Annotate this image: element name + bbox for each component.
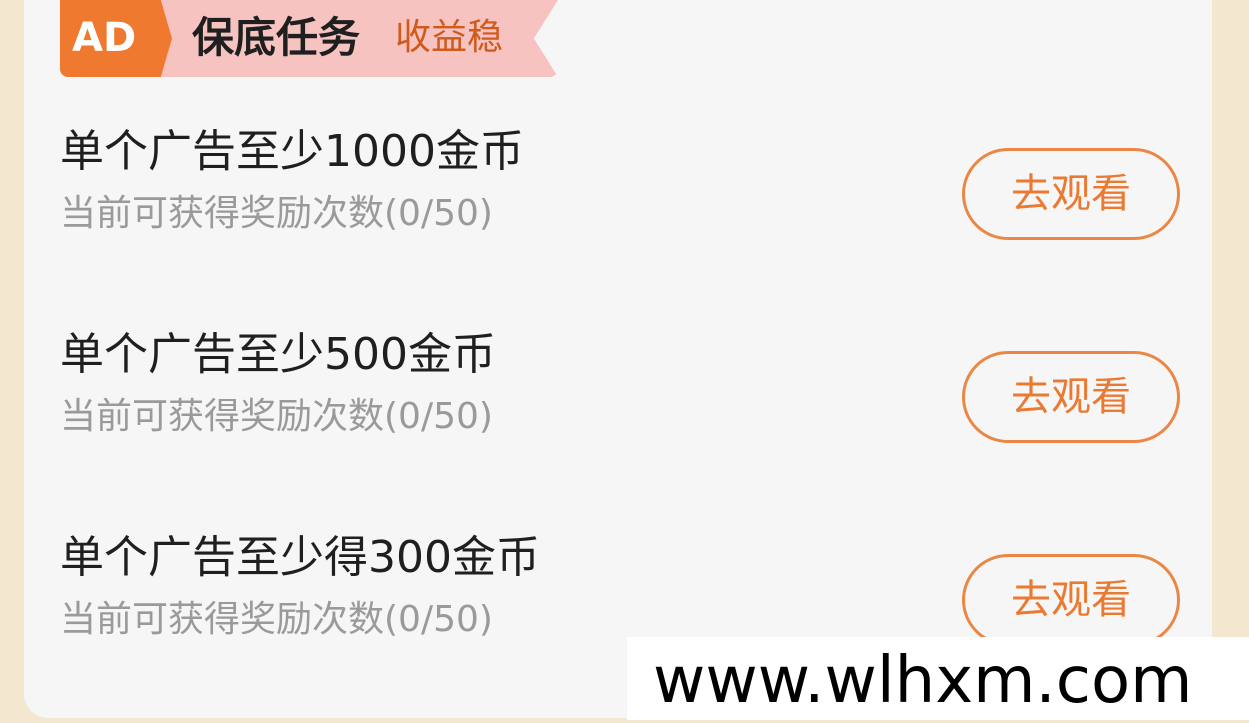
section-title: 保底任务 [192,13,361,62]
watch-button[interactable]: 去观看 [962,351,1180,443]
task-title: 单个广告至少得300金币 [60,532,540,583]
ad-badge: AD [60,0,172,77]
watermark: www.wlhxm.com [627,637,1249,720]
ad-badge-label: AD [72,15,137,61]
watermark-text: www.wlhxm.com [653,644,1193,718]
task-item-500: 单个广告至少500金币 当前可获得奖励次数(0/50) 去观看 [60,325,1180,475]
task-progress: 当前可获得奖励次数(0/50) [60,396,493,437]
task-title: 单个广告至少1000金币 [60,126,524,177]
task-title: 单个广告至少500金币 [60,329,496,380]
task-progress: 当前可获得奖励次数(0/50) [60,193,493,234]
watch-button[interactable]: 去观看 [962,554,1180,646]
task-item-1000: 单个广告至少1000金币 当前可获得奖励次数(0/50) 去观看 [60,122,1180,272]
section-subtitle: 收益稳 [395,17,504,58]
task-progress: 当前可获得奖励次数(0/50) [60,599,493,640]
watch-button[interactable]: 去观看 [962,148,1180,240]
